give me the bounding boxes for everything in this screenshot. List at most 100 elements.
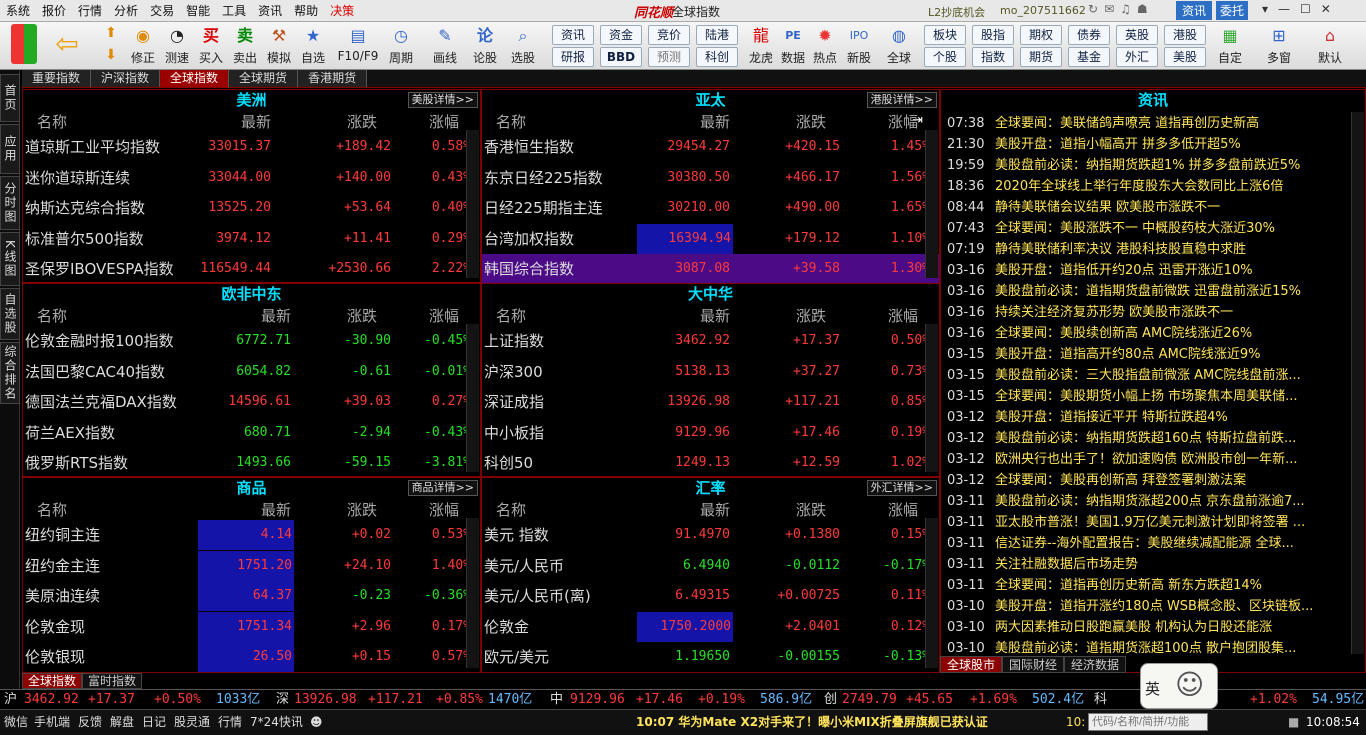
- toolbar-default[interactable]: ⌂ 默认: [1310, 22, 1350, 66]
- table-row[interactable]: 科创50 1249.13 +12.59 1.02%: [482, 448, 939, 478]
- table-row[interactable]: 深证成指 13926.98 +117.21 0.85%: [482, 387, 939, 417]
- detail-link[interactable]: 外汇详情>>: [866, 480, 937, 496]
- menu-analysis[interactable]: 分析: [108, 2, 144, 19]
- bell-icon[interactable]: ♫: [1120, 2, 1131, 16]
- toolbar-multiwindow[interactable]: ⊞ 多窗: [1262, 22, 1296, 66]
- news-item[interactable]: 03-15 美股盘前必读：三大股指盘前微涨 AMC院线盘前涨...: [947, 365, 1351, 386]
- table-row[interactable]: 台湾加权指数 16394.94 +179.12 1.10%: [482, 223, 939, 254]
- detail-link[interactable]: 美股详情>>: [407, 92, 478, 108]
- news-item[interactable]: 03-10 两大因素推动日股跑赢美股 机构认为日股还能涨: [947, 617, 1351, 638]
- back-button[interactable]: ⇦: [52, 22, 82, 65]
- news-item[interactable]: 18:36 2020年全球线上举行年度股东大会数同比上涨6倍: [947, 176, 1351, 197]
- menu-quote[interactable]: 报价: [36, 2, 72, 19]
- mascot-widget[interactable]: 英 ☺: [1140, 663, 1218, 709]
- table-row[interactable]: 上证指数 3462.92 +17.37 0.50%: [482, 326, 939, 356]
- table-row[interactable]: 荷兰AEX指数 680.71 -2.94 -0.43%: [23, 418, 480, 448]
- news-item[interactable]: 03-12 美股盘前必读：纳指期货跌超160点 特斯拉盘前跌...: [947, 428, 1351, 449]
- order-button[interactable]: 委托: [1216, 1, 1249, 20]
- tab-global-futures[interactable]: 全球期货: [229, 70, 299, 87]
- status-diary[interactable]: 日记: [142, 710, 166, 735]
- toolbar-hot[interactable]: ✹ 热点: [808, 22, 842, 66]
- btn-bbd[interactable]: BBD: [600, 47, 642, 67]
- news-item[interactable]: 03-12 全球要闻：美股再创新高 拜登签署刺激法案: [947, 470, 1351, 491]
- table-row[interactable]: 道琼斯工业平均指数 33015.37 +189.42 0.58%: [23, 132, 480, 162]
- toolbar-buy[interactable]: 买买入: [194, 22, 228, 66]
- menu-help[interactable]: 帮助: [288, 2, 324, 19]
- toolbar-dragon-tiger[interactable]: 龍龙虎: [744, 22, 778, 66]
- shirt-icon[interactable]: ☗: [1137, 2, 1148, 16]
- close-icon[interactable]: ✕: [1321, 2, 1331, 16]
- btn-hk-stocks[interactable]: 港股: [1164, 25, 1206, 45]
- table-row[interactable]: 日经225期指主连 30210.00 +490.00 1.65%: [482, 193, 939, 223]
- toolbar-data[interactable]: PE 数据: [776, 22, 810, 66]
- status-wechat[interactable]: 微信: [4, 710, 28, 735]
- news-item[interactable]: 03-12 欧洲央行也出手了！欲加速购债 欧洲股市创一年新...: [947, 449, 1351, 470]
- btn-bonds[interactable]: 债券: [1068, 25, 1110, 45]
- menu-decision[interactable]: 决策: [324, 2, 360, 19]
- table-row[interactable]: 香港恒生指数 29454.27 +420.15 1.45%: [482, 132, 939, 162]
- news-item[interactable]: 03-16 持续关注经济复苏形势 欧美股市涨跌不一: [947, 302, 1351, 323]
- news-item[interactable]: 03-16 全球要闻：美股续创新高 AMC院线涨近26%: [947, 323, 1351, 344]
- menu-info[interactable]: 资讯: [252, 2, 288, 19]
- left-tab-ranking[interactable]: 综合排名: [0, 342, 20, 404]
- left-tab-apps[interactable]: 应用: [0, 124, 20, 174]
- table-row[interactable]: 美元/人民币(离) 6.49315 +0.00725 0.11%: [482, 581, 939, 611]
- news-item[interactable]: 07:19 静待美联储利率决议 港股科技股直稳中求胜: [947, 239, 1351, 260]
- menu-system[interactable]: 系统: [0, 2, 36, 19]
- toolbar-period[interactable]: ◷ 周期: [384, 22, 418, 66]
- table-row[interactable]: 沪深300 5138.13 +37.27 0.73%: [482, 357, 939, 387]
- news-tab-global-stocks[interactable]: 全球股市: [940, 656, 1003, 673]
- detail-link[interactable]: 港股详情>>: [866, 92, 937, 108]
- robot-icon[interactable]: ☻: [310, 710, 323, 735]
- status-commentary[interactable]: 解盘: [110, 710, 134, 735]
- btn-funds[interactable]: 资金: [600, 25, 642, 45]
- tab-hk-futures[interactable]: 香港期货: [298, 70, 368, 87]
- tab-global-index[interactable]: 全球指数: [160, 70, 230, 87]
- toolbar-screener[interactable]: ⌕ 选股: [506, 22, 540, 66]
- news-item[interactable]: 03-11 关注社融数据后市场走势: [947, 554, 1351, 575]
- table-row[interactable]: 伦敦金融时报100指数 6772.71 -30.90 -0.45%: [23, 326, 480, 356]
- table-row[interactable]: 德国法兰克福DAX指数 14596.61 +39.03 0.27%: [23, 387, 480, 417]
- status-news-flash[interactable]: 7*24快讯: [250, 710, 303, 735]
- status-feedback[interactable]: 反馈: [78, 710, 102, 735]
- table-row[interactable]: 纳斯达克综合指数 13525.20 +53.64 0.40%: [23, 193, 480, 223]
- news-item[interactable]: 03-11 信达证券--海外配置报告：美股继续减配能源 全球...: [947, 533, 1351, 554]
- toolbar-watchlist[interactable]: ★ 自选: [296, 22, 330, 66]
- table-row[interactable]: 俄罗斯RTS指数 1493.66 -59.15 -3.81%: [23, 448, 480, 478]
- btn-futures[interactable]: 期货: [1020, 47, 1062, 67]
- bottom-tab-ftse[interactable]: 富时指数: [82, 673, 143, 689]
- news-tab-economic-data[interactable]: 经济数据: [1064, 656, 1127, 673]
- toolbar-simulate[interactable]: ⚒ 模拟: [262, 22, 296, 66]
- news-scrollbar[interactable]: [1351, 112, 1364, 654]
- table-row[interactable]: 伦敦银现 26.50 +0.15 0.57%: [23, 642, 480, 672]
- news-item[interactable]: 03-15 全球要闻：美股期货小幅上扬 市场聚焦本周美联储...: [947, 386, 1351, 407]
- btn-auction[interactable]: 竞价: [648, 25, 690, 45]
- table-row[interactable]: 中小板指 9129.96 +17.46 0.19%: [482, 418, 939, 448]
- news-item[interactable]: 03-11 亚太股市普涨！美国1.9万亿美元刺激计划即将签署 ...: [947, 512, 1351, 533]
- table-row[interactable]: 伦敦金现 1751.34 +2.96 0.17%: [23, 611, 480, 642]
- left-tab-kline[interactable]: K线图: [0, 232, 20, 286]
- panel-scrollbar[interactable]: [466, 130, 479, 278]
- scrolling-headline[interactable]: 10:07 华为Mate X2对手来了！曝小米MIX折叠屏旗舰已获认证: [636, 710, 988, 735]
- panel-scrollbar[interactable]: [925, 130, 938, 278]
- bottom-tab-global-index[interactable]: 全球指数: [22, 673, 83, 689]
- table-row[interactable]: 标准普尔500指数 3974.12 +11.41 0.29%: [23, 224, 480, 254]
- left-tab-home[interactable]: 首页: [0, 74, 20, 122]
- table-row[interactable]: 美元/人民币 6.4940 -0.0112 -0.17%: [482, 551, 939, 581]
- detail-link[interactable]: 商品详情>>: [407, 480, 478, 496]
- btn-stock-index[interactable]: 股指: [972, 25, 1014, 45]
- promo-link[interactable]: L2抄底机会: [928, 4, 985, 20]
- panel-scrollbar[interactable]: [466, 518, 479, 668]
- table-row[interactable]: 纽约铜主连 4.14 +0.02 0.53%: [23, 520, 480, 550]
- btn-stocks[interactable]: 个股: [924, 47, 966, 67]
- table-row[interactable]: 美原油连续 64.37 -0.23 -0.36%: [23, 581, 480, 611]
- panel-scrollbar[interactable]: [925, 324, 938, 472]
- menu-smart[interactable]: 智能: [180, 2, 216, 19]
- layout-button[interactable]: ■: [6, 22, 42, 65]
- news-tab-intl-finance[interactable]: 国际财经: [1002, 656, 1065, 673]
- btn-star-market[interactable]: 科创: [696, 47, 738, 67]
- stop-icon[interactable]: ■: [1288, 710, 1299, 735]
- table-row[interactable]: 法国巴黎CAC40指数 6054.82 -0.61 -0.01%: [23, 357, 480, 387]
- btn-forecast[interactable]: 预测: [648, 47, 690, 67]
- mail-icon[interactable]: ✉: [1104, 2, 1114, 16]
